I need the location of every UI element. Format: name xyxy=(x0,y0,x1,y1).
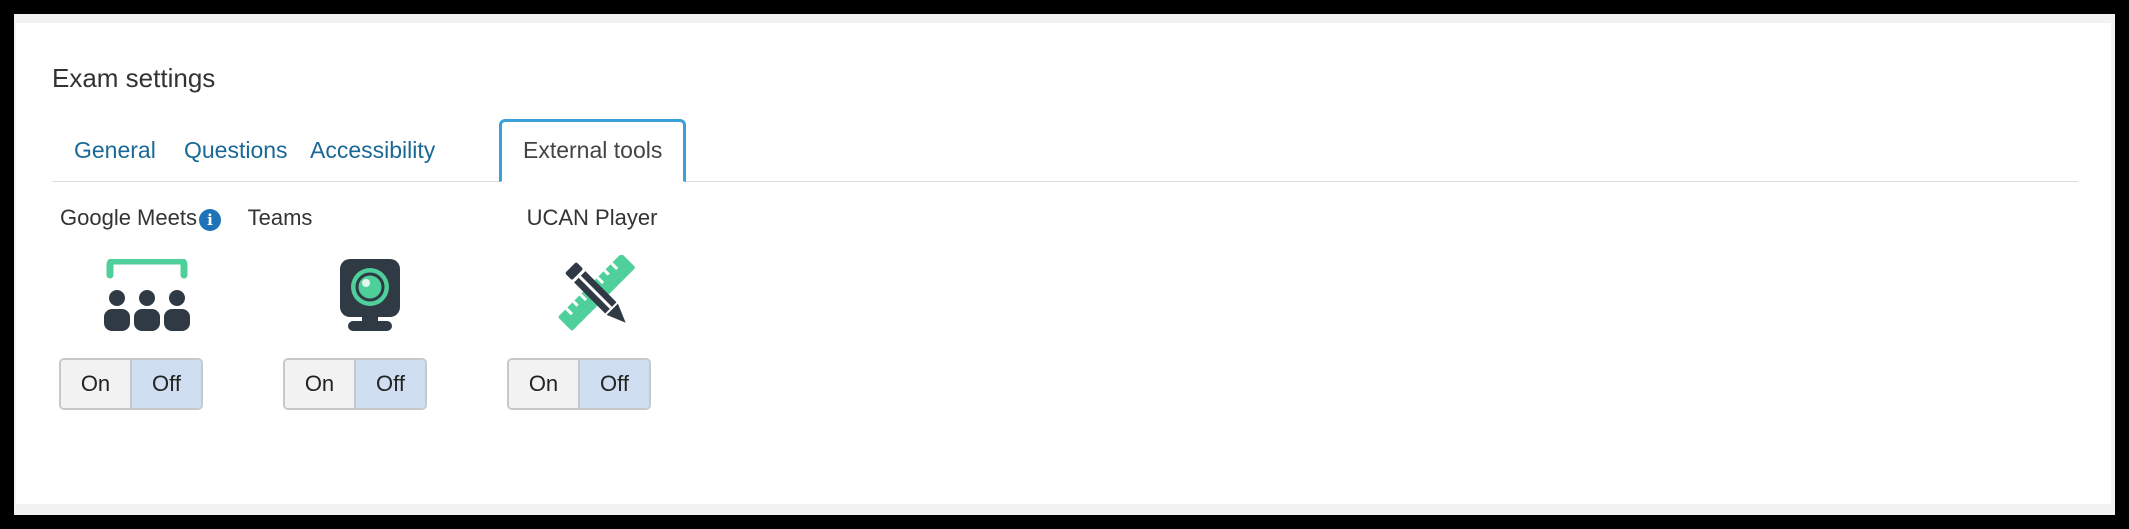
settings-tabs: General Questions Accessibility External… xyxy=(52,119,2078,182)
tab-accessibility[interactable]: Accessibility xyxy=(288,119,457,181)
tab-external-tools[interactable]: External tools xyxy=(499,119,687,182)
tool-google-meets: Google Meets i xyxy=(60,205,221,231)
window-frame: Exam settings General Questions Accessib… xyxy=(14,14,2115,515)
tool-label-text: Teams xyxy=(247,205,313,230)
ucan-player-on-button[interactable]: On xyxy=(509,360,580,408)
ucan-player-toggle: On Off xyxy=(507,358,651,410)
ucan-player-off-button[interactable]: Off xyxy=(580,360,649,408)
tool-label: Teams xyxy=(248,205,313,231)
tab-general[interactable]: General xyxy=(52,119,178,181)
meeting-icon xyxy=(104,259,190,331)
teams-on-button[interactable]: On xyxy=(285,360,356,408)
tool-label-text: UCAN Player xyxy=(526,205,658,230)
tool-teams: Teams xyxy=(220,205,340,231)
teams-off-button[interactable]: Off xyxy=(356,360,425,408)
tool-label: Google Meets i xyxy=(60,205,221,231)
google-meets-off-button[interactable]: Off xyxy=(132,360,201,408)
page-title: Exam settings xyxy=(52,63,216,93)
tool-label: UCAN Player xyxy=(527,205,658,231)
google-meets-toggle: On Off xyxy=(59,358,203,410)
pencil-ruler-icon xyxy=(558,255,635,331)
exam-settings-panel: Exam settings General Questions Accessib… xyxy=(16,23,2111,504)
teams-toggle: On Off xyxy=(283,358,427,410)
tool-label-text: Google Meets xyxy=(60,205,197,230)
webcam-icon xyxy=(340,259,400,331)
tool-ucan-player: UCAN Player xyxy=(502,205,682,231)
info-icon[interactable]: i xyxy=(198,209,221,231)
google-meets-on-button[interactable]: On xyxy=(61,360,132,408)
